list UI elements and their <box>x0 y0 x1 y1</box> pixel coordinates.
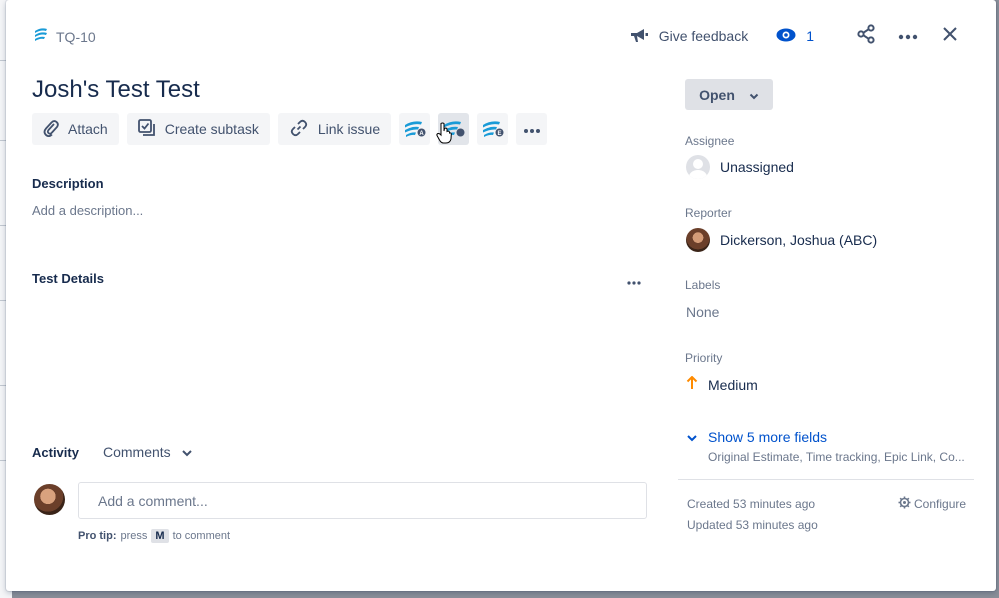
watch-count: 1 <box>806 28 814 44</box>
create-subtask-button[interactable]: Create subtask <box>126 113 270 145</box>
give-feedback-button[interactable]: Give feedback <box>629 26 749 47</box>
attach-button[interactable]: Attach <box>32 113 119 145</box>
reporter-avatar <box>686 228 710 252</box>
megaphone-icon <box>629 26 649 47</box>
pro-tip-press: press <box>120 530 148 542</box>
activity-filter-dropdown[interactable]: Comments <box>103 444 193 460</box>
status-label: Open <box>699 86 735 103</box>
reporter-field[interactable]: Dickerson, Joshua (ABC) <box>686 228 877 252</box>
labels-label: Labels <box>685 278 721 292</box>
reporter-value: Dickerson, Joshua (ABC) <box>720 232 878 248</box>
chevron-down-icon <box>181 444 193 460</box>
arrow-up-priority-icon <box>686 375 698 393</box>
panel-divider <box>678 479 974 480</box>
watchers-button[interactable]: 1 <box>776 28 814 45</box>
xray-action-button-3[interactable]: E <box>477 113 509 145</box>
share-icon <box>856 23 876 49</box>
hand-cursor-icon <box>436 122 452 149</box>
subtask-icon <box>137 118 156 140</box>
activity-filter-label: Comments <box>102 444 171 460</box>
pro-tip-suffix: to comment <box>172 530 231 542</box>
ellipsis-icon <box>523 121 541 137</box>
ellipsis-icon <box>898 27 918 45</box>
labels-field[interactable]: None <box>686 304 719 320</box>
xray-test-icon <box>34 27 48 46</box>
close-icon <box>942 26 958 47</box>
gear-icon <box>898 496 911 512</box>
description-heading: Description <box>32 176 104 191</box>
xray-app-icon: A <box>404 119 426 140</box>
comment-placeholder: Add a comment... <box>98 492 208 509</box>
activity-heading: Activity <box>32 444 79 460</box>
chevron-down-icon <box>749 87 759 103</box>
configure-label: Configure <box>914 497 967 511</box>
created-timestamp: Created 53 minutes ago <box>687 497 816 511</box>
configure-button[interactable]: Configure <box>898 496 966 512</box>
comment-input[interactable]: Add a comment... <box>78 482 647 519</box>
create-subtask-label: Create subtask <box>164 121 259 137</box>
priority-label: Priority <box>685 351 723 365</box>
ellipsis-icon <box>627 273 641 290</box>
show-more-fields-label: Show 5 more fields <box>708 429 828 445</box>
shortcut-key: M <box>151 529 169 543</box>
pro-tip-label: Pro tip: <box>78 530 117 542</box>
priority-field[interactable]: Medium <box>686 375 758 393</box>
link-issue-button[interactable]: Link issue <box>277 113 392 145</box>
give-feedback-label: Give feedback <box>658 28 749 44</box>
eye-icon <box>776 28 796 45</box>
issue-toolbar: Attach Create subtask Link issue A E <box>32 113 548 145</box>
svg-text:E: E <box>497 130 501 136</box>
updated-timestamp: Updated 53 minutes ago <box>687 518 818 532</box>
assignee-field[interactable]: Unassigned <box>686 155 794 179</box>
current-user-avatar <box>34 484 65 515</box>
issue-breadcrumb[interactable]: TQ-10 <box>34 27 96 46</box>
activity-header: Activity Comments <box>32 444 193 460</box>
link-icon <box>289 118 309 141</box>
show-more-fields-link[interactable]: Show 5 more fields <box>686 429 965 445</box>
assignee-value: Unassigned <box>720 159 794 175</box>
more-fields-summary: Original Estimate, Time tracking, Epic L… <box>708 450 965 464</box>
status-dropdown[interactable]: Open <box>685 79 773 110</box>
attach-label: Attach <box>68 121 108 137</box>
close-button[interactable] <box>934 22 966 50</box>
description-input[interactable]: Add a description... <box>32 203 143 218</box>
modal-header-actions: Give feedback 1 <box>629 22 966 50</box>
pro-tip: Pro tip: press M to comment <box>78 529 230 543</box>
xray-app-icon: E <box>482 119 504 140</box>
labels-value: None <box>686 304 720 320</box>
svg-text:A: A <box>419 130 424 136</box>
issue-modal: TQ-10 Give feedback 1 Josh's Test Test A… <box>6 0 996 591</box>
reporter-label: Reporter <box>685 206 732 220</box>
chevron-down-icon <box>686 429 698 445</box>
priority-value: Medium <box>708 376 758 393</box>
toolbar-more-button[interactable] <box>516 113 548 145</box>
issue-title[interactable]: Josh's Test Test <box>32 76 200 104</box>
test-details-heading: Test Details <box>32 271 105 286</box>
issue-key[interactable]: TQ-10 <box>56 29 96 45</box>
unassigned-avatar-icon <box>686 155 710 179</box>
share-button[interactable] <box>850 22 882 50</box>
more-actions-button[interactable] <box>892 22 924 50</box>
paperclip-icon <box>43 119 59 140</box>
test-details-more-button[interactable] <box>627 273 641 291</box>
xray-action-button-1[interactable]: A <box>399 113 431 145</box>
more-fields-section: Show 5 more fields Original Estimate, Ti… <box>686 429 965 464</box>
assignee-label: Assignee <box>685 134 735 148</box>
link-issue-label: Link issue <box>317 121 381 137</box>
